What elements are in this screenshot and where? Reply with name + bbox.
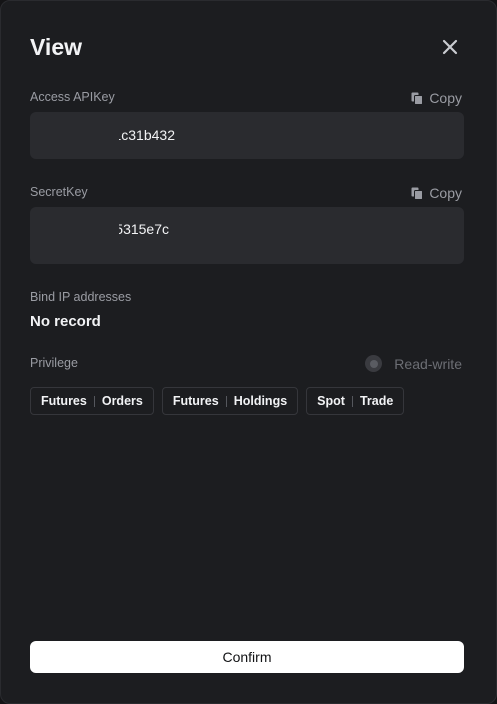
secret-key-label: SecretKey [30,185,88,199]
read-write-option[interactable]: Read-write [365,355,462,372]
copy-icon [411,187,424,200]
privilege-tag-futures-holdings: Futures Holdings [161,387,299,415]
secret-key-value: 5315e7c [119,221,169,237]
copy-label: Copy [429,185,462,201]
tag-group: Futures [41,394,87,408]
tag-divider [225,395,227,407]
view-dialog: View Access APIKey Copy 1c31b432 SecretK… [0,0,497,704]
tag-group: Spot [317,394,345,408]
tag-permission: Trade [359,394,394,408]
close-button[interactable] [438,35,462,59]
privilege-label: Privilege [30,356,78,370]
bind-ip-value: No record [30,313,101,330]
access-key-label: Access APIKey [30,90,115,104]
confirm-button[interactable]: Confirm [30,641,464,673]
access-key-value: 1c31b432 [119,127,175,143]
privilege-tag-futures-orders: Futures Orders [30,387,154,415]
privilege-tags: Futures Orders Futures Holdings Spot Tra… [30,387,405,415]
secret-key-field[interactable]: 5315e7c [30,207,464,264]
secret-key-copy-button[interactable]: Copy [411,185,462,201]
access-key-copy-button[interactable]: Copy [411,90,462,106]
tag-permission: Holdings [233,394,288,408]
read-write-label: Read-write [394,355,462,372]
copy-label: Copy [429,90,462,106]
tag-divider [93,395,95,407]
privilege-tag-spot-trade: Spot Trade [306,387,405,415]
radio-icon [365,355,383,372]
bind-ip-label: Bind IP addresses [30,290,132,304]
tag-divider [351,395,353,407]
dialog-title: View [30,34,82,60]
close-icon [442,39,458,55]
tag-permission: Orders [101,394,143,408]
tag-group: Futures [172,394,219,408]
copy-icon [411,92,424,105]
access-key-field[interactable]: 1c31b432 [30,112,464,159]
